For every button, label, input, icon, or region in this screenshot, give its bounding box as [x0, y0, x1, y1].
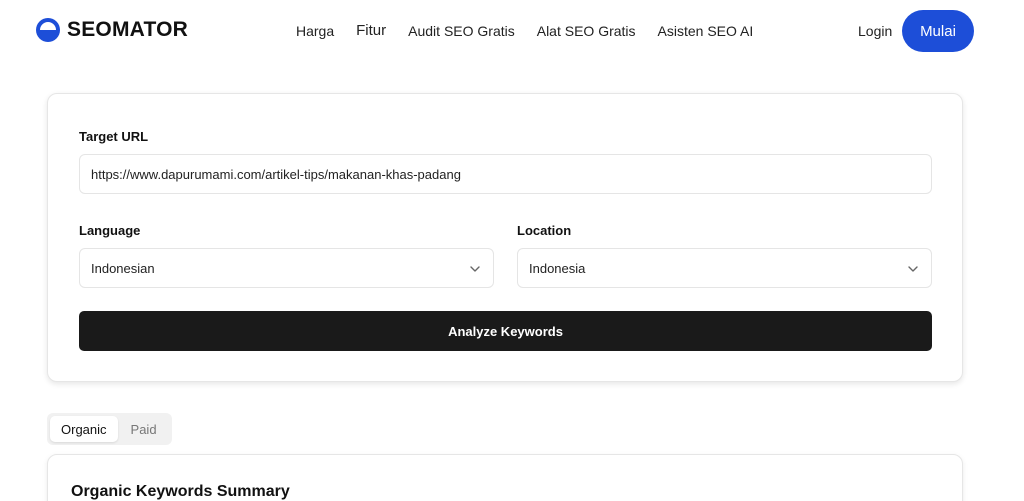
login-link[interactable]: Login: [858, 23, 892, 39]
language-value: Indonesian: [91, 260, 155, 276]
keyword-type-tabs: Organic Paid: [47, 413, 172, 445]
organic-summary-card: Organic Keywords Summary: [47, 454, 963, 501]
logo[interactable]: SEOMATOR: [36, 18, 188, 42]
location-value: Indonesia: [529, 260, 586, 276]
nav-link-audit-seo-gratis[interactable]: Audit SEO Gratis: [408, 23, 515, 39]
target-url-value: https://www.dapurumami.com/artikel-tips/…: [91, 166, 461, 182]
summary-title: Organic Keywords Summary: [71, 483, 290, 500]
tab-paid[interactable]: Paid: [120, 416, 168, 442]
nav-link-harga[interactable]: Harga: [296, 23, 334, 39]
analyze-keywords-button[interactable]: Analyze Keywords: [79, 311, 932, 351]
mulai-button[interactable]: Mulai: [902, 10, 974, 52]
target-url-input[interactable]: https://www.dapurumami.com/artikel-tips/…: [79, 154, 932, 194]
nav-link-alat-seo-gratis[interactable]: Alat SEO Gratis: [537, 23, 636, 39]
keyword-analysis-form: Target URL https://www.dapurumami.com/ar…: [47, 93, 963, 382]
logo-text: SEOMATOR: [67, 18, 188, 41]
language-select[interactable]: Indonesian: [79, 248, 494, 288]
tab-organic[interactable]: Organic: [50, 416, 118, 442]
location-select[interactable]: Indonesia: [517, 248, 932, 288]
nav-link-asisten-seo-ai[interactable]: Asisten SEO AI: [658, 23, 754, 39]
top-navbar: SEOMATOR Harga Fitur Audit SEO Gratis Al…: [0, 0, 1024, 64]
main-nav: Harga Fitur Audit SEO Gratis Alat SEO Gr…: [296, 22, 775, 39]
chevron-down-icon: [908, 266, 918, 272]
location-label: Location: [517, 223, 572, 238]
target-url-label: Target URL: [79, 129, 149, 144]
language-label: Language: [79, 223, 141, 238]
chevron-down-icon: [470, 266, 480, 272]
seomator-logo-icon: [36, 18, 60, 42]
nav-link-fitur[interactable]: Fitur: [356, 22, 386, 39]
